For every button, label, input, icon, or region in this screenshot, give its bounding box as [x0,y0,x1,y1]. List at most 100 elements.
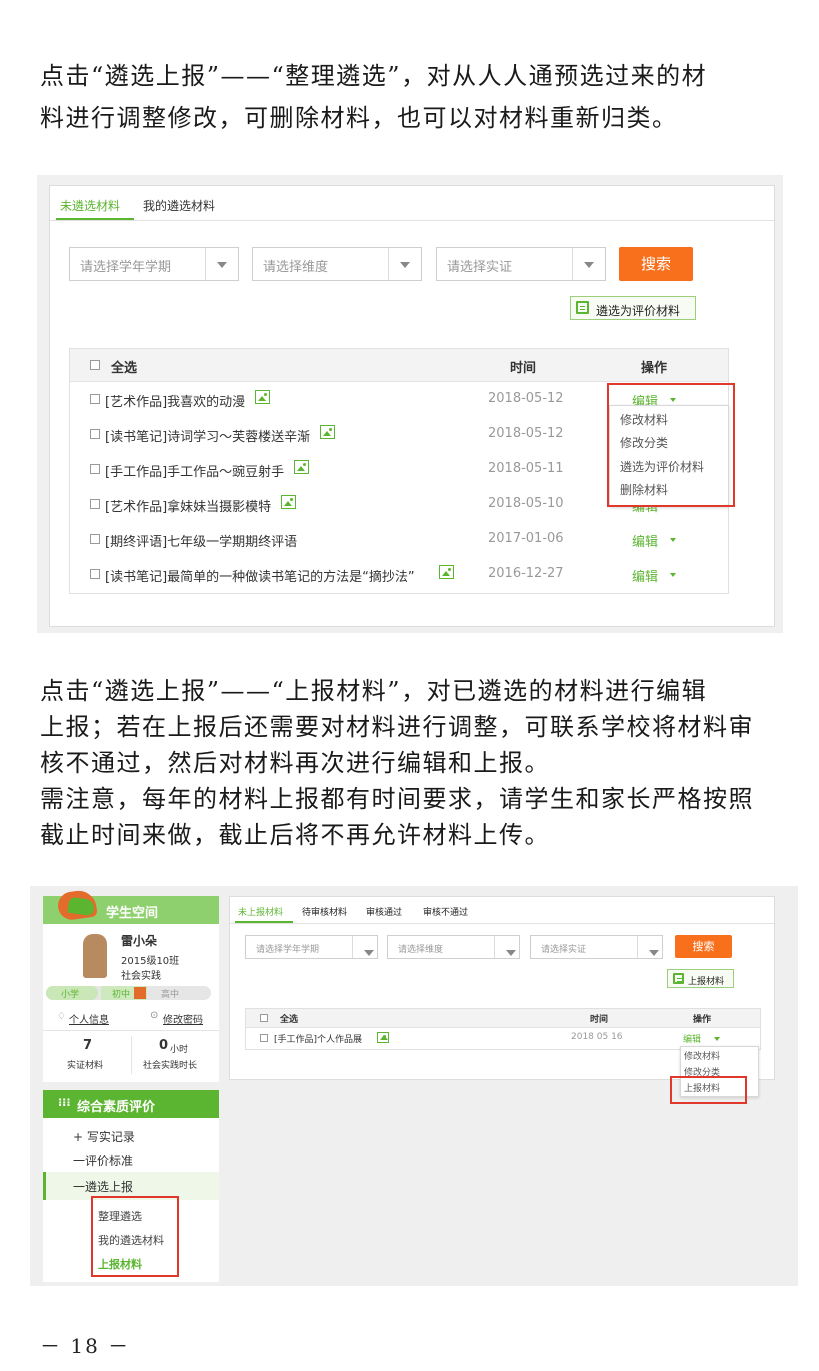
table-row: [读书笔记]最简单的一种做读书笔记的方法是“摘抄法” 2016-12-27 编辑 [70,557,728,592]
student-class: 2015级10班 [121,956,180,967]
semester-select-placeholder: 请选择学年学期 [80,260,172,275]
row-checkbox[interactable] [90,499,100,509]
level-senior[interactable]: 高中 [161,987,179,1000]
row-title[interactable]: [艺术作品]我喜欢的动漫 [105,391,245,410]
intro-line-2: 料进行调整修改，可删除材料，也可以对材料重新归类。 [40,104,678,132]
tab-unreported[interactable]: 未上报材料 [238,905,283,918]
tab-pending[interactable]: 待审核材料 [302,905,347,918]
action-column-header: 操作 [641,361,668,376]
screenshot-report-material: 学生空间 雷小朵 2015级10班 社会实践 小学 初中 高中 ♢ 个人信息 ⊙… [30,886,798,1286]
evidence-select-placeholder: 请选择实证 [447,260,513,275]
practice-hours: 0 [159,1038,169,1053]
row-title[interactable]: [读书笔记]最简单的一种做读书笔记的方法是“摘抄法” [105,566,415,585]
evidence-select-placeholder: 请选择实证 [541,945,587,955]
caret-down-icon [714,1037,720,1041]
caret-down-icon [670,573,676,577]
instruction-line-3: 核不通过，然后对材料再次进行编辑和上报。 [40,749,550,777]
caret-down-icon [670,538,676,542]
row-date: 2017-01-06 [488,531,564,546]
semester-select[interactable]: 请选择学年学期 [69,247,239,281]
eval-section-header: ⁝⁝⁝ 综合素质评价 [43,1090,219,1118]
list-icon [576,301,589,314]
diamond-icon: ♢ [57,1011,66,1022]
highlight-box [607,383,735,507]
image-icon [377,1032,389,1043]
tab-my-selected[interactable]: 我的遴选材料 [143,197,215,214]
row-checkbox[interactable] [260,1034,268,1042]
image-icon [294,460,309,474]
nav-item-select-report[interactable]: 一遴选上报 [73,1178,133,1195]
tab-approved[interactable]: 审核通过 [366,905,402,918]
row-title[interactable]: [读书笔记]诗词学习～芙蓉楼送辛渐 [105,426,310,445]
evidence-select[interactable]: 请选择实证 [436,247,606,281]
report-material-label: 上报材料 [688,977,725,987]
row-title[interactable]: [期终评语]七年级一学期期终评语 [105,531,297,550]
image-icon [439,565,454,579]
menu-item-edit-material[interactable]: 修改材料 [684,1049,720,1062]
practice-hours-unit: 小时 [170,1045,189,1055]
change-password-link[interactable]: 修改密码 [163,1011,203,1026]
row-title[interactable]: [艺术作品]拿妹妹当摄影模特 [105,496,271,515]
row-checkbox[interactable] [90,464,100,474]
nav-item-records[interactable]: + 写实记录 [73,1128,135,1145]
intro-paragraph: 点击“遴选上报”——“整理遴选”，对从人人通预选过来的材 料进行调整修改，可删除… [40,58,785,136]
evidence-count-label: 实证材料 [67,1061,104,1071]
image-icon [281,495,296,509]
active-tab-underline [235,921,293,923]
action-column-header: 操作 [693,1015,712,1025]
edit-button[interactable]: 编辑 [632,566,658,585]
chevron-down-icon [637,936,662,958]
page-number: － 18 － [40,1334,131,1358]
chevron-down-icon [352,936,377,958]
select-all-checkbox[interactable] [90,360,100,370]
chevron-down-icon [572,248,605,280]
edit-button[interactable]: 编辑 [632,531,658,550]
check-icon [134,987,146,999]
active-tab-underline [56,218,134,220]
dimension-select-placeholder: 请选择维度 [398,945,444,955]
row-checkbox[interactable] [90,569,100,579]
select-for-eval-label: 遴选为评价材料 [596,304,681,318]
level-primary[interactable]: 小学 [61,987,79,1000]
row-date: 2018 05 16 [571,1032,623,1042]
dimension-select[interactable]: 请选择维度 [252,247,422,281]
search-button[interactable]: 搜索 [619,247,693,281]
evidence-count: 7 [83,1038,93,1053]
highlight-box [670,1076,747,1104]
row-title[interactable]: [手工作品]个人作品展 [274,1032,362,1045]
row-title[interactable]: [手工作品]手工作品～豌豆射手 [105,461,284,480]
tab-rejected[interactable]: 审核不通过 [423,905,468,918]
space-title: 学生空间 [106,906,159,921]
notice-line-2: 截止时间来做，截止后将不再允许材料上传。 [40,821,550,849]
row-checkbox[interactable] [90,534,100,544]
select-all-label: 全选 [280,1015,299,1025]
tab-unselected[interactable]: 未遴选材料 [60,197,120,214]
select-for-eval-button[interactable]: 遴选为评价材料 [570,296,696,320]
evidence-select[interactable]: 请选择实证 [530,935,663,959]
time-column-header: 时间 [590,1015,609,1025]
edit-button[interactable]: 编辑 [683,1032,701,1045]
personal-info-link[interactable]: 个人信息 [69,1011,109,1026]
nav-item-standards[interactable]: 一评价标准 [73,1152,133,1169]
time-column-header: 时间 [510,361,537,376]
report-material-button[interactable]: 上报材料 [667,969,734,988]
instruction-line-1: 点击“遴选上报”——“上报材料”，对已遴选的材料进行编辑 [40,677,708,705]
search-button[interactable]: 搜索 [675,935,732,958]
level-junior[interactable]: 初中 [112,987,130,1000]
row-checkbox[interactable] [90,394,100,404]
list-icon [673,973,684,984]
row-date: 2018-05-12 [488,391,564,406]
row-checkbox[interactable] [90,429,100,439]
chevron-down-icon [388,248,421,280]
dimension-select-placeholder: 请选择维度 [263,260,329,275]
report-table: 全选 时间 操作 [手工作品]个人作品展 2018 05 16 编辑 [245,1008,761,1050]
select-all-checkbox[interactable] [260,1014,268,1022]
image-icon [255,390,270,404]
semester-select[interactable]: 请选择学年学期 [245,935,378,959]
grid-icon: ⁝⁝⁝ [58,1096,71,1109]
row-date: 2018-05-12 [488,426,564,441]
highlight-box [91,1196,179,1277]
chevron-down-icon [205,248,238,280]
dimension-select[interactable]: 请选择维度 [387,935,520,959]
image-icon [320,425,335,439]
